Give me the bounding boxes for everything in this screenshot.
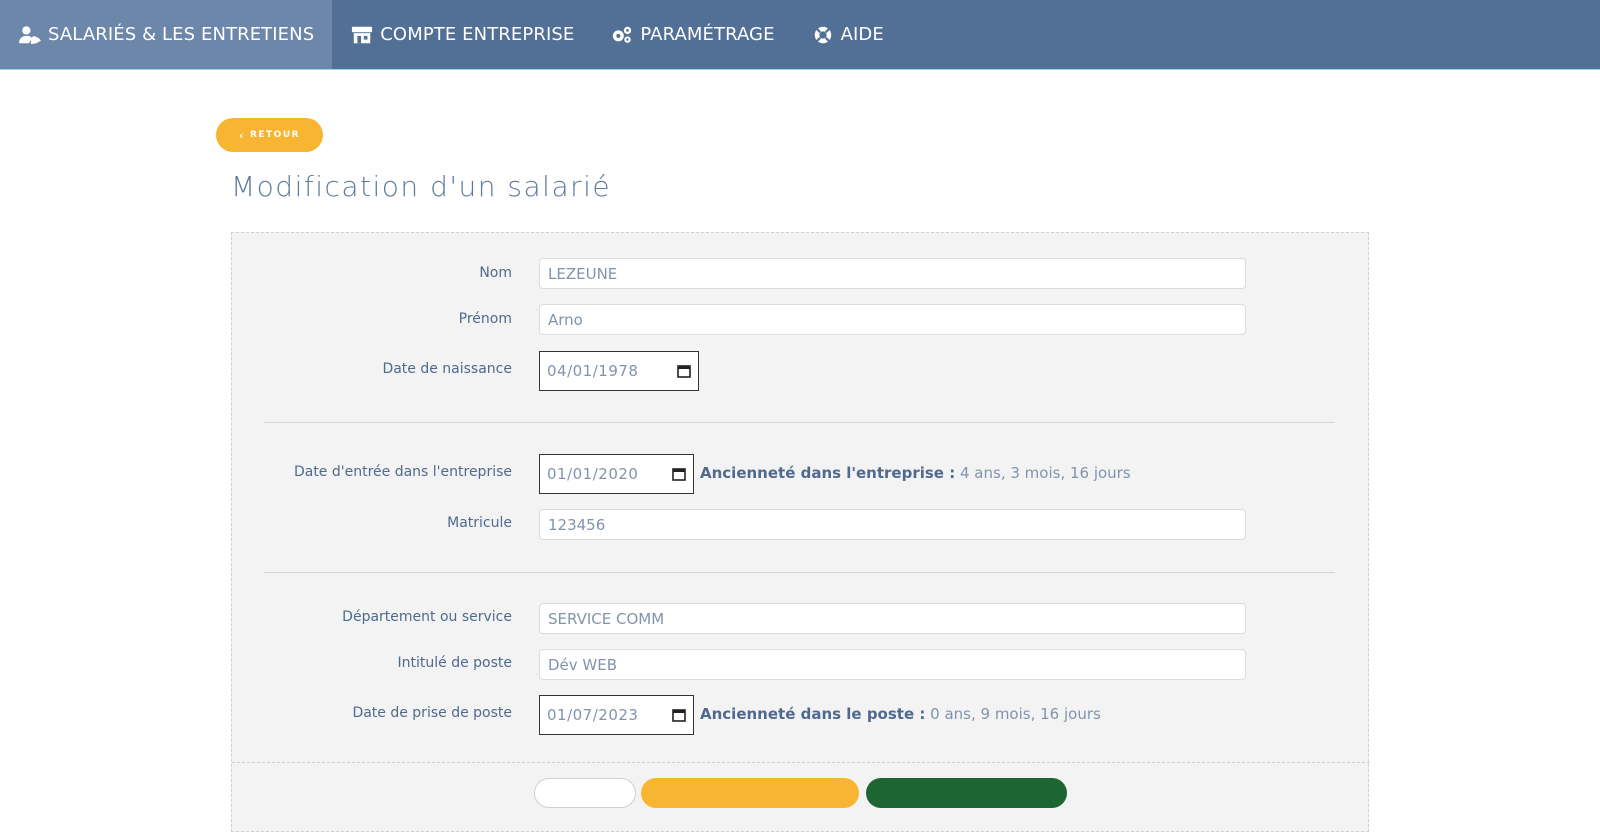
employee-form: Nom LEZEUNE Prénom Arno Date de naissanc…: [231, 232, 1370, 832]
top-navigation: SALARIÉS & LES ENTRETIENS COMPTE ENTREPR…: [0, 0, 1600, 70]
anciennete-entreprise-label: Ancienneté dans l'entreprise :: [700, 464, 956, 482]
anciennete-entreprise: Ancienneté dans l'entreprise : 4 ans, 3 …: [700, 464, 1131, 482]
users-icon: [18, 25, 42, 45]
naissance-label: Date de naissance: [382, 361, 512, 377]
nom-input[interactable]: LEZEUNE: [539, 258, 1246, 289]
page-title: Modification d'un salarié: [231, 170, 612, 203]
save-button[interactable]: [866, 778, 1067, 808]
prenom-input[interactable]: Arno: [539, 304, 1246, 335]
anciennete-poste-label: Ancienneté dans le poste :: [700, 705, 926, 723]
anciennete-poste-value: 0 ans, 9 mois, 16 jours: [930, 705, 1101, 723]
secondary-action-button[interactable]: [641, 778, 859, 808]
matricule-input[interactable]: 123456: [539, 509, 1246, 540]
poste-label: Intitulé de poste: [397, 655, 513, 671]
prenom-label: Prénom: [458, 311, 512, 327]
nom-label: Nom: [479, 265, 512, 281]
prise-poste-label: Date de prise de poste: [352, 705, 512, 721]
entree-date-value: 01/01/2020: [547, 465, 639, 483]
naissance-date-value: 04/01/1978: [547, 362, 639, 380]
departement-input[interactable]: SERVICE COMM: [539, 603, 1246, 634]
nav-item-label: SALARIÉS & LES ENTRETIENS: [48, 24, 315, 45]
store-icon: [350, 25, 374, 45]
matricule-label: Matricule: [447, 515, 512, 531]
prise-poste-date-input[interactable]: 01/07/2023: [539, 695, 694, 735]
entree-date-input[interactable]: 01/01/2020: [539, 454, 694, 494]
back-button[interactable]: ‹ RETOUR: [216, 118, 323, 152]
nav-item-label: AIDE: [840, 24, 884, 45]
back-button-label: RETOUR: [249, 130, 301, 140]
section-divider: [264, 572, 1335, 573]
chevron-left-icon: ‹: [238, 128, 245, 142]
nav-item-salaries[interactable]: SALARIÉS & LES ENTRETIENS: [0, 0, 333, 69]
nav-item-compte-entreprise[interactable]: COMPTE ENTREPRISE: [332, 0, 592, 69]
calendar-icon[interactable]: [672, 708, 686, 722]
lifebuoy-icon: [811, 25, 835, 45]
entree-label: Date d'entrée dans l'entreprise: [293, 464, 512, 480]
calendar-icon[interactable]: [672, 467, 686, 481]
anciennete-poste: Ancienneté dans le poste : 0 ans, 9 mois…: [700, 705, 1101, 723]
naissance-date-input[interactable]: 04/01/1978: [539, 351, 699, 391]
form-footer-separator: [232, 762, 1370, 763]
cancel-button[interactable]: [534, 778, 636, 808]
poste-input[interactable]: Dév WEB: [539, 649, 1246, 680]
nav-item-label: COMPTE ENTREPRISE: [380, 24, 575, 45]
cogs-icon: [610, 25, 634, 45]
nav-item-parametrage[interactable]: PARAMÉTRAGE: [592, 0, 792, 69]
prise-poste-date-value: 01/07/2023: [547, 706, 639, 724]
nav-item-aide[interactable]: AIDE: [793, 0, 902, 69]
nav-item-label: PARAMÉTRAGE: [640, 24, 775, 45]
calendar-icon[interactable]: [677, 364, 691, 378]
anciennete-entreprise-value: 4 ans, 3 mois, 16 jours: [960, 464, 1131, 482]
departement-label: Département ou service: [342, 609, 512, 625]
section-divider: [264, 422, 1335, 423]
